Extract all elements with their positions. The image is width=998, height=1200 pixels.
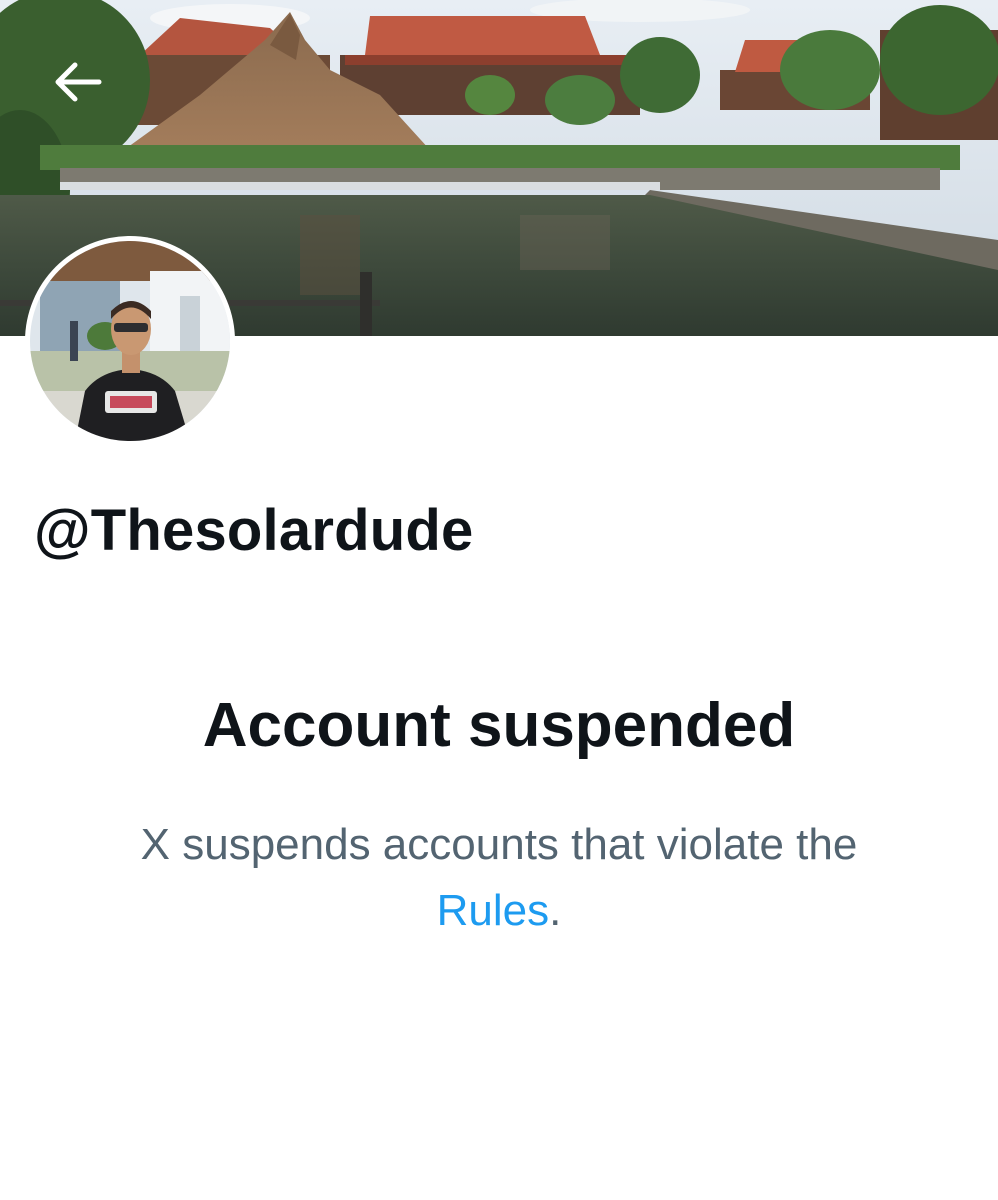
- suspended-message: X suspends accounts that violate the Rule…: [60, 812, 938, 944]
- arrow-left-icon: [55, 62, 102, 102]
- avatar[interactable]: [25, 236, 235, 446]
- back-button[interactable]: [42, 46, 114, 118]
- message-period: .: [549, 886, 562, 935]
- suspended-title: Account suspended: [202, 691, 796, 760]
- profile-handle: @Thesolardude: [34, 498, 474, 563]
- suspended-message-text: X suspends accounts that violate the: [140, 820, 858, 869]
- avatar-photo: [30, 241, 230, 441]
- rules-link[interactable]: Rules: [437, 886, 550, 935]
